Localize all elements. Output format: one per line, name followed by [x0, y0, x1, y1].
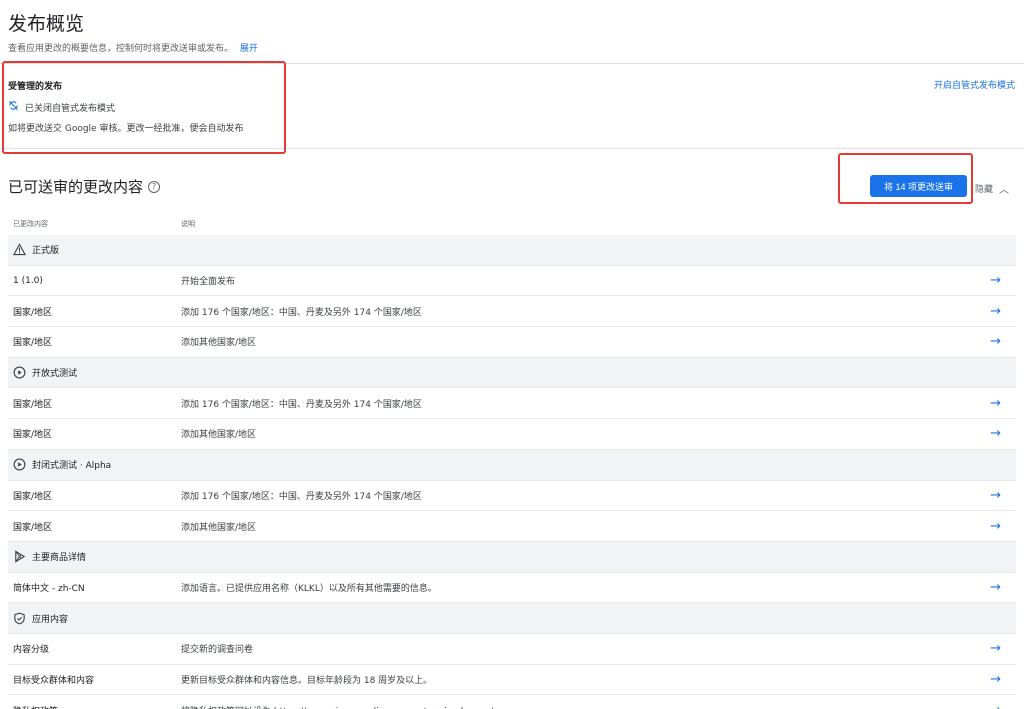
page-header: 发布概览 查看应用更改的概要信息，控制何时将更改送审或发布。 展开	[0, 0, 1024, 64]
arrow-right-icon[interactable]: →	[990, 273, 1001, 288]
change-row[interactable]: 国家/地区 添加 176 个国家/地区：中国、丹麦及另外 174 个国家/地区 →	[8, 296, 1016, 328]
row-description: 添加其他国家/地区	[181, 522, 257, 533]
row-label: 国家/地区	[13, 522, 53, 533]
column-header-desc: 说明	[181, 220, 195, 228]
row-description: 添加 176 个国家/地区：中国、丹麦及另外 174 个国家/地区	[181, 491, 422, 502]
arrow-right-icon[interactable]: →	[990, 641, 1001, 656]
row-label: 主要商品详情	[32, 553, 87, 564]
row-label-cell: 封闭式测试 · Alpha	[13, 458, 111, 471]
change-row[interactable]: 国家/地区 添加其他国家/地区 →	[8, 327, 1016, 358]
warning-triangle-icon	[13, 243, 26, 256]
shield-icon	[13, 612, 26, 625]
play-store-icon	[13, 550, 26, 563]
row-description: 添加 176 个国家/地区：中国、丹麦及另外 174 个国家/地区	[181, 307, 422, 318]
group-header-row: 正式版	[8, 235, 1016, 266]
row-label-cell: 简体中文 - zh-CN	[13, 581, 85, 594]
row-label: 简体中文 - zh-CN	[13, 583, 85, 594]
row-label: 封闭式测试 · Alpha	[32, 461, 112, 472]
hide-label: 隐藏	[975, 185, 994, 195]
arrow-right-icon[interactable]: →	[990, 396, 1001, 411]
row-label-cell: 国家/地区	[13, 335, 52, 348]
arrow-right-icon[interactable]: →	[990, 580, 1001, 595]
row-description: 添加其他国家/地区	[181, 430, 257, 441]
play-circle-icon	[13, 366, 26, 379]
change-row[interactable]: 简体中文 - zh-CN 添加语言。已提供应用名称（KLKL）以及所有其他需要的信…	[8, 573, 1016, 604]
row-label: 目标受众群体和内容	[13, 675, 95, 686]
arrow-right-icon[interactable]: →	[990, 672, 1001, 687]
row-label-cell: 国家/地区	[13, 397, 52, 410]
group-header-row: 应用内容	[8, 603, 1016, 634]
row-label-cell: 正式版	[13, 243, 59, 256]
row-label: 内容分级	[13, 645, 50, 656]
group-header-row: 主要商品详情	[8, 541, 1016, 573]
row-label: 国家/地区	[13, 307, 53, 318]
row-label-cell: 隐私权政策	[13, 704, 58, 709]
row-label: 国家/地区	[13, 399, 53, 410]
change-row[interactable]: 隐私权政策 将隐私权政策网址设为 https://app-privacy-poli…	[8, 695, 1016, 709]
row-description: 提交新的调查问卷	[181, 645, 254, 656]
change-row[interactable]: 国家/地区 添加其他国家/地区 →	[8, 419, 1016, 450]
row-label-cell: 国家/地区	[13, 305, 52, 318]
change-row[interactable]: 1 (1.0) 开始全面发布 →	[8, 266, 1016, 297]
highlight-box-managed	[2, 61, 286, 154]
arrow-right-icon[interactable]: →	[990, 488, 1001, 503]
page-subtitle: 查看应用更改的概要信息，控制何时将更改送审或发布。 展开	[8, 41, 258, 54]
row-label-cell: 国家/地区	[13, 427, 52, 440]
column-header-changed: 已更改内容	[13, 220, 48, 228]
row-label: 应用内容	[32, 614, 69, 625]
row-label: 1 (1.0)	[13, 275, 43, 286]
change-row[interactable]: 目标受众群体和内容 更新目标受众群体和内容信息。目标年龄段为 18 周岁及以上。 →	[8, 665, 1016, 696]
highlight-box-send	[838, 153, 973, 204]
row-description: 更新目标受众群体和内容信息。目标年龄段为 18 周岁及以上。	[181, 675, 433, 686]
row-description: 添加 176 个国家/地区：中国、丹麦及另外 174 个国家/地区	[181, 399, 422, 410]
arrow-right-icon[interactable]: →	[990, 703, 1001, 709]
changes-table: 正式版 1 (1.0) 开始全面发布 → 国家/地区 添加 176 个国家/地区：中国、丹…	[8, 235, 1016, 709]
change-row[interactable]: 国家/地区 添加其他国家/地区 →	[8, 511, 1016, 542]
page-subtitle-text: 查看应用更改的概要信息，控制何时将更改送审或发布。	[8, 44, 234, 54]
changes-section-title: 已可送审的更改内容 ?	[8, 176, 161, 197]
row-label-cell: 主要商品详情	[13, 550, 86, 563]
row-label-cell: 国家/地区	[13, 520, 52, 533]
arrow-right-icon[interactable]: →	[990, 426, 1001, 441]
change-row[interactable]: 国家/地区 添加 176 个国家/地区：中国、丹麦及另外 174 个国家/地区 →	[8, 388, 1016, 420]
changes-title-text: 已可送审的更改内容	[8, 178, 144, 196]
row-label: 国家/地区	[13, 338, 53, 349]
arrow-right-icon[interactable]: →	[990, 334, 1001, 349]
enable-managed-publishing-link[interactable]: 开启自管式发布模式	[934, 78, 1015, 91]
change-row[interactable]: 内容分级 提交新的调查问卷 →	[8, 634, 1016, 665]
page-title: 发布概览	[8, 13, 85, 35]
row-label: 国家/地区	[13, 430, 53, 441]
row-label: 隐私权政策	[13, 704, 58, 709]
row-label-cell: 内容分级	[13, 642, 49, 655]
row-description: 将隐私权政策网址设为 https://app-privacy-policy-ge…	[181, 704, 493, 709]
arrow-right-icon[interactable]: →	[990, 304, 1001, 319]
play-circle-icon	[13, 458, 26, 471]
arrow-right-icon[interactable]: →	[990, 519, 1001, 534]
group-header-row: 封闭式测试 · Alpha	[8, 449, 1016, 481]
row-label-cell: 应用内容	[13, 612, 68, 625]
row-description: 添加语言。已提供应用名称（KLKL）以及所有其他需要的信息。	[181, 583, 437, 594]
row-description: 开始全面发布	[181, 277, 236, 288]
table-header: 已更改内容 说明	[8, 216, 1016, 234]
expand-link[interactable]: 展开	[240, 44, 258, 54]
row-label: 正式版	[32, 246, 60, 257]
row-label: 开放式测试	[32, 369, 78, 380]
hide-toggle[interactable]: 隐藏 ︿	[975, 181, 1009, 196]
row-label: 国家/地区	[13, 491, 53, 502]
chevron-up-icon: ︿	[999, 185, 1010, 196]
help-icon[interactable]: ?	[148, 180, 161, 193]
row-label-cell: 国家/地区	[13, 489, 52, 502]
row-label-cell: 开放式测试	[13, 366, 77, 379]
group-header-row: 开放式测试	[8, 357, 1016, 389]
row-label-cell: 1 (1.0)	[13, 276, 43, 286]
change-row[interactable]: 国家/地区 添加 176 个国家/地区：中国、丹麦及另外 174 个国家/地区 →	[8, 481, 1016, 512]
row-description: 添加其他国家/地区	[181, 338, 257, 349]
row-label-cell: 目标受众群体和内容	[13, 673, 94, 686]
